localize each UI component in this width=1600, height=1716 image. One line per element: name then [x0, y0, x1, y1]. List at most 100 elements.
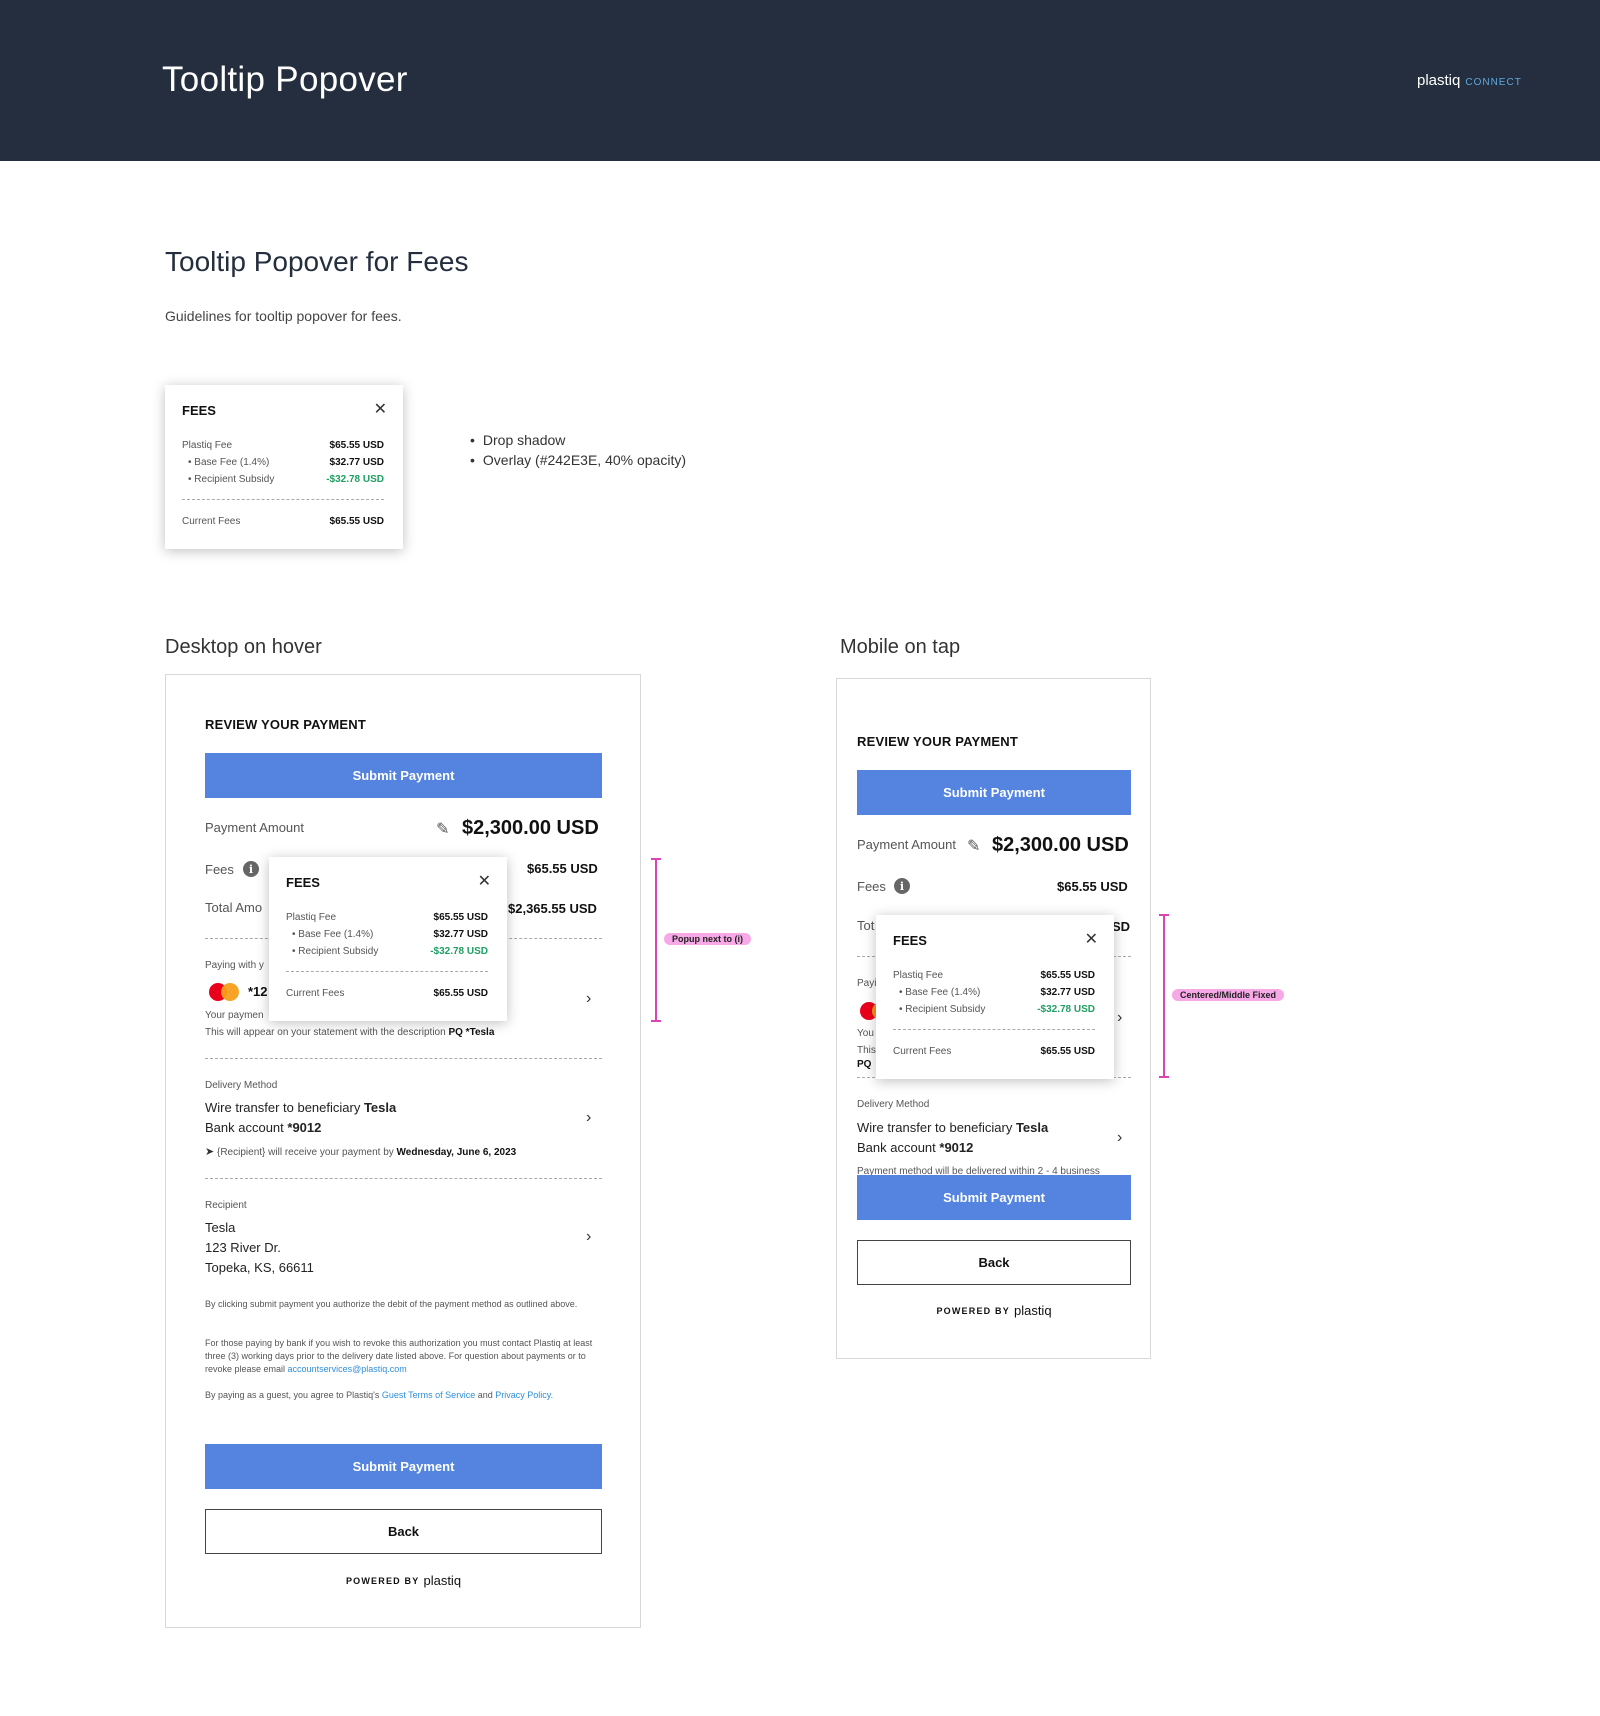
recipient-city: Topeka, KS, 66611	[205, 1260, 314, 1275]
brand-logo: plastiq CONNECT	[1417, 72, 1522, 89]
fee-row: Plastiq Fee $65.55 USD	[182, 440, 384, 451]
fee-row: • Recipient Subsidy -$32.78 USD	[899, 1004, 1095, 1015]
recipient-address: 123 River Dr.	[205, 1240, 281, 1255]
paying-with-label: Payi	[857, 978, 877, 989]
payment-amount-label: Payment Amount	[205, 820, 304, 835]
divider	[893, 1029, 1095, 1030]
back-button[interactable]: Back	[857, 1240, 1131, 1285]
delivery-method-line2: Bank account *9012	[205, 1120, 322, 1135]
payment-note: Your paymen	[205, 1010, 264, 1021]
total-amount-value: $2,365.55 USD	[508, 901, 597, 916]
chevron-right-icon[interactable]: ›	[586, 990, 591, 1008]
note-item: Overlay (#242E3E, 40% opacity)	[470, 450, 686, 470]
brand-name: plastiq	[1417, 72, 1461, 89]
fee-row: Plastiq Fee $65.55 USD	[893, 970, 1095, 981]
desktop-heading: Desktop on hover	[165, 636, 322, 658]
annotation-tag: Centered/Middle Fixed	[1172, 989, 1285, 1001]
divider	[182, 499, 384, 500]
legal-authorization: By clicking submit payment you authorize…	[205, 1299, 578, 1309]
popover-title: FEES	[286, 875, 320, 890]
divider	[205, 1058, 602, 1059]
delivery-method-label: Delivery Method	[205, 1080, 278, 1091]
submit-payment-button-top[interactable]: Submit Payment	[857, 770, 1131, 815]
fees-value: $65.55 USD	[1057, 879, 1128, 894]
payment-amount: $2,300.00 USD	[462, 817, 599, 839]
plastiq-logo: plastiq	[1013, 1303, 1052, 1318]
total-amount-label: Tot	[857, 918, 875, 933]
chevron-right-icon[interactable]: ›	[1117, 1129, 1122, 1147]
fees-value: $65.55 USD	[527, 861, 598, 876]
divider	[205, 1178, 602, 1179]
recipient-name: Tesla	[205, 1220, 236, 1235]
fees-label: Fees	[205, 862, 234, 877]
page-header: Tooltip Popover plastiq CONNECT	[0, 0, 1600, 161]
page-title: Tooltip Popover	[162, 60, 408, 99]
submit-payment-button[interactable]: Submit Payment	[205, 1444, 602, 1489]
back-button[interactable]: Back	[205, 1509, 602, 1554]
powered-by: POWERED BY plastiq	[936, 1303, 1052, 1318]
statement-desc: PQ	[857, 1059, 872, 1070]
submit-payment-button[interactable]: Submit Payment	[857, 1175, 1131, 1220]
plastiq-logo: plastiq	[423, 1573, 462, 1588]
fee-row: Plastiq Fee $65.55 USD	[286, 912, 488, 923]
payment-note: You	[857, 1028, 874, 1039]
recipient-label: Recipient	[205, 1200, 247, 1211]
delivery-method-line2: Bank account *9012	[857, 1140, 974, 1155]
chevron-right-icon[interactable]: ›	[586, 1109, 591, 1127]
total-row: Current Fees $65.55 USD	[893, 1046, 1095, 1057]
mastercard-icon	[209, 982, 239, 1002]
total-row: Current Fees $65.55 USD	[286, 988, 488, 999]
powered-by: POWERED BY plastiq	[345, 1573, 462, 1588]
send-icon: ➤	[205, 1146, 215, 1158]
info-icon[interactable]: i	[243, 861, 259, 877]
section-title: Tooltip Popover for Fees	[165, 246, 469, 277]
submit-payment-button-top[interactable]: Submit Payment	[205, 753, 602, 798]
paying-with-label: Paying with y	[205, 960, 264, 971]
review-title: REVIEW YOUR PAYMENT	[205, 717, 367, 732]
legal-revoke: For those paying by bank if you wish to …	[205, 1338, 593, 1374]
privacy-link[interactable]: Privacy Policy.	[495, 1390, 553, 1400]
mobile-heading: Mobile on tap	[840, 636, 961, 658]
review-title: REVIEW YOUR PAYMENT	[857, 734, 1019, 749]
chevron-right-icon[interactable]: ›	[1117, 1009, 1122, 1027]
fee-row: • Base Fee (1.4%) $32.77 USD	[899, 987, 1095, 998]
popover-title: FEES	[182, 403, 216, 418]
info-icon[interactable]: i	[894, 878, 910, 894]
fees-popover-desktop: FEES ✕ Plastiq Fee $65.55 USD • Base Fee …	[269, 857, 507, 1021]
fees-popover-spec: FEES ✕ Plastiq Fee $65.55 USD • Base Fee …	[165, 385, 403, 549]
delivery-eta: ➤ {Recipient} will receive your payment …	[205, 1146, 517, 1158]
close-icon[interactable]: ✕	[374, 399, 387, 419]
mobile-frame: REVIEW YOUR PAYMENT Submit Payment Payme…	[836, 678, 1151, 1359]
chevron-right-icon[interactable]: ›	[586, 1228, 591, 1246]
legal-terms: By paying as a guest, you agree to Plast…	[205, 1390, 554, 1400]
annotation-tag: Popup next to (i)	[664, 933, 751, 945]
total-amount-label: Total Amo	[205, 900, 263, 915]
brand-sub: CONNECT	[1465, 77, 1522, 88]
spec-notes: Drop shadow Overlay (#242E3E, 40% opacit…	[470, 430, 686, 470]
close-icon[interactable]: ✕	[478, 871, 491, 891]
section-description: Guidelines for tooltip popover for fees.	[165, 308, 402, 324]
delivery-method-label: Delivery Method	[857, 1099, 930, 1110]
card-last-digits: *12	[248, 984, 268, 999]
payment-amount-label: Payment Amount	[857, 837, 956, 852]
statement-line: This	[857, 1045, 876, 1056]
fee-row: • Base Fee (1.4%) $32.77 USD	[292, 929, 488, 940]
pencil-icon[interactable]: ✎	[436, 819, 449, 839]
desktop-frame: REVIEW YOUR PAYMENT Submit Payment Payme…	[165, 674, 641, 1628]
total-row: Current Fees $65.55 USD	[182, 516, 384, 527]
terms-link[interactable]: Guest Terms of Service	[382, 1390, 475, 1400]
fee-row: • Recipient Subsidy -$32.78 USD	[188, 474, 384, 485]
popover-title: FEES	[893, 933, 927, 948]
delivery-method-line1: Wire transfer to beneficiary Tesla	[205, 1100, 397, 1115]
fee-row: • Base Fee (1.4%) $32.77 USD	[188, 457, 384, 468]
delivery-method-line1: Wire transfer to beneficiary Tesla	[857, 1120, 1049, 1135]
total-amount-value: SD	[1112, 919, 1131, 934]
fees-label: Fees	[857, 879, 886, 894]
statement-line: This will appear on your statement with …	[205, 1027, 495, 1038]
fee-row: • Recipient Subsidy -$32.78 USD	[292, 946, 488, 957]
close-icon[interactable]: ✕	[1085, 929, 1098, 949]
pencil-icon[interactable]: ✎	[967, 836, 980, 856]
fees-popover-mobile: FEES ✕ Plastiq Fee $65.55 USD • Base Fee …	[876, 915, 1114, 1079]
email-link[interactable]: accountservices@plastiq.com	[288, 1364, 407, 1374]
note-item: Drop shadow	[470, 430, 686, 450]
